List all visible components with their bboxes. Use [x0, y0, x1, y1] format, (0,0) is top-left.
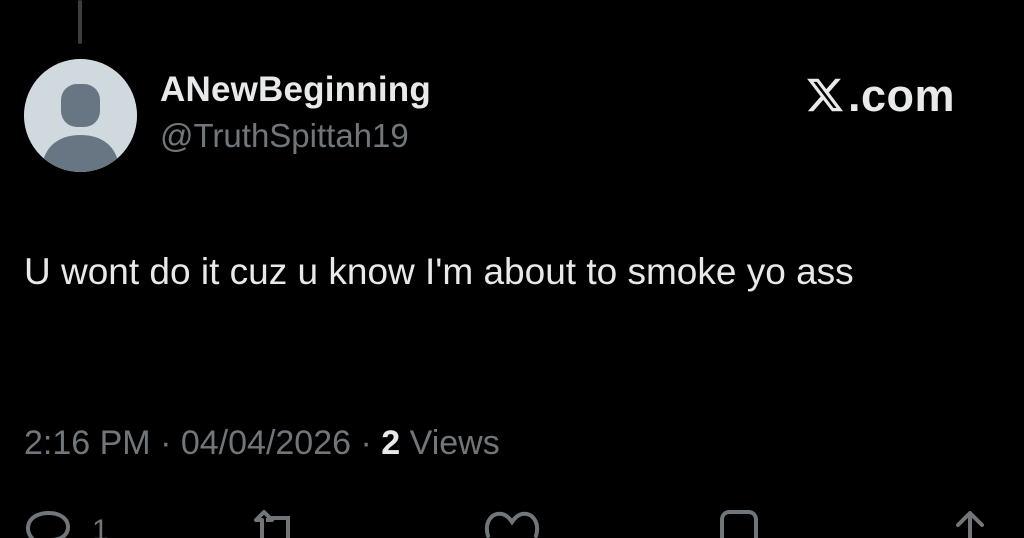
brand-watermark: .com: [805, 70, 955, 120]
share-icon: [956, 511, 984, 538]
reply-count: 1: [92, 514, 109, 538]
repost-button[interactable]: [250, 508, 302, 538]
author-display-name[interactable]: ANewBeginning: [160, 70, 431, 110]
repost-icon: [254, 510, 290, 538]
views-count: 2: [381, 424, 401, 462]
author-handle[interactable]: @TruthSpittah19: [160, 117, 409, 155]
views-label: Views: [409, 424, 500, 462]
tweet-date[interactable]: 04/04/2026: [181, 424, 351, 462]
heart-icon: [485, 511, 539, 538]
avatar[interactable]: [24, 59, 137, 172]
reply-icon: [26, 510, 71, 538]
tweet-time[interactable]: 2:16 PM: [24, 424, 151, 462]
tweet-screenshot: ANewBeginning @TruthSpittah19 .com U won…: [0, 0, 1024, 538]
meta-separator: ·: [360, 424, 372, 462]
default-avatar-icon: [24, 59, 137, 172]
x-logo-icon: [807, 78, 844, 112]
thread-connector-line: [78, 0, 82, 44]
like-button[interactable]: [484, 508, 540, 538]
bookmark-button[interactable]: [716, 508, 762, 538]
tweet-meta: 2:16 PM · 04/04/2026 · 2 Views: [24, 424, 500, 463]
tweet-action-bar: 1: [0, 508, 1024, 538]
brand-domain-text: .com: [848, 69, 956, 121]
meta-separator: ·: [160, 424, 172, 462]
tweet-body-text: U wont do it cuz u know I'm about to smo…: [24, 251, 854, 292]
bookmark-icon: [720, 510, 758, 538]
share-button[interactable]: [950, 508, 990, 538]
reply-button[interactable]: [24, 508, 74, 538]
